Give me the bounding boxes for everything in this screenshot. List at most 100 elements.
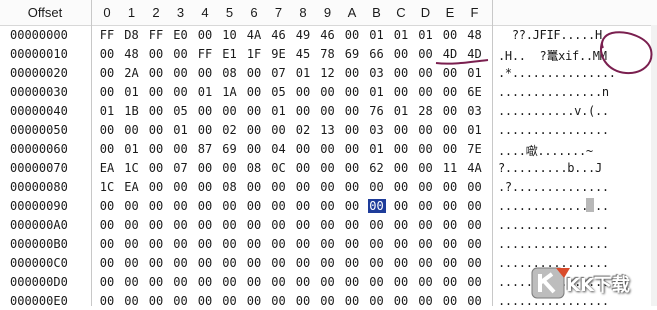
hex-byte[interactable]: 87: [196, 142, 214, 156]
hex-row[interactable]: 00000030 00 01 00 00 01 1A 00 05 00 00 00 01 00 00 00 6E…: [0, 82, 657, 101]
ascii-text[interactable]: ...............n: [498, 85, 653, 99]
hex-byte[interactable]: 00: [294, 85, 312, 99]
hex-byte[interactable]: 00: [196, 199, 214, 213]
hex-byte[interactable]: 00: [417, 142, 435, 156]
hex-byte[interactable]: 01: [392, 28, 410, 42]
hex-byte[interactable]: 00: [147, 104, 165, 118]
ascii-text[interactable]: ...........v.(..: [498, 104, 653, 118]
ascii-text[interactable]: ................: [498, 199, 653, 213]
hex-byte[interactable]: 00: [123, 256, 141, 270]
hex-byte[interactable]: 00: [172, 199, 190, 213]
hex-byte[interactable]: 66: [368, 47, 386, 61]
hex-byte[interactable]: 00: [294, 237, 312, 251]
hex-byte[interactable]: 00: [196, 180, 214, 194]
hex-byte[interactable]: 00: [466, 180, 484, 194]
hex-byte[interactable]: 00: [221, 256, 239, 270]
hex-row[interactable]: 00000080 1C EA 00 00 00 08 00 00 00 00 00 00 00 00 00 00…: [0, 177, 657, 196]
hex-byte[interactable]: 01: [294, 66, 312, 80]
hex-byte[interactable]: 00: [196, 123, 214, 137]
hex-byte[interactable]: 00: [417, 161, 435, 175]
hex-byte[interactable]: 00: [245, 85, 263, 99]
hex-byte[interactable]: 00: [294, 142, 312, 156]
hex-byte[interactable]: 4A: [466, 161, 484, 175]
hex-byte[interactable]: 03: [368, 123, 386, 137]
ascii-text[interactable]: .*...............: [498, 66, 653, 80]
hex-byte[interactable]: 00: [417, 85, 435, 99]
hex-byte[interactable]: 00: [368, 180, 386, 194]
hex-byte[interactable]: 11: [441, 161, 459, 175]
hex-byte[interactable]: 07: [172, 161, 190, 175]
hex-byte[interactable]: 00: [417, 123, 435, 137]
hex-byte[interactable]: 00: [98, 85, 116, 99]
hex-byte[interactable]: 02: [221, 123, 239, 137]
hex-byte[interactable]: 00: [392, 66, 410, 80]
hex-byte[interactable]: 00: [392, 218, 410, 232]
hex-byte[interactable]: 00: [392, 199, 410, 213]
hex-byte[interactable]: 00: [294, 218, 312, 232]
hex-byte[interactable]: 00: [343, 237, 361, 251]
hex-byte[interactable]: D8: [123, 28, 141, 42]
hex-byte[interactable]: 00: [441, 85, 459, 99]
hex-byte[interactable]: 13: [319, 123, 337, 137]
hex-byte[interactable]: 00: [441, 199, 459, 213]
hex-byte[interactable]: 00: [245, 275, 263, 289]
hex-byte[interactable]: 2A: [123, 66, 141, 80]
hex-byte[interactable]: 00: [147, 85, 165, 99]
hex-byte[interactable]: 00: [319, 237, 337, 251]
hex-byte[interactable]: 28: [417, 104, 435, 118]
hex-byte[interactable]: 00: [221, 275, 239, 289]
hex-byte[interactable]: 00: [245, 199, 263, 213]
hex-byte[interactable]: 00: [147, 256, 165, 270]
hex-byte[interactable]: 00: [147, 275, 165, 289]
hex-byte[interactable]: 00: [147, 123, 165, 137]
hex-byte[interactable]: 00: [417, 218, 435, 232]
hex-byte[interactable]: 00: [221, 199, 239, 213]
hex-byte[interactable]: 00: [368, 275, 386, 289]
hex-byte[interactable]: 00: [98, 66, 116, 80]
hex-byte[interactable]: 00: [172, 85, 190, 99]
hex-row[interactable]: 00000050 00 00 00 01 00 02 00 00 02 13 00 03 00 00 00 01…: [0, 120, 657, 139]
hex-byte[interactable]: 00: [417, 275, 435, 289]
hex-byte[interactable]: 00: [392, 47, 410, 61]
hex-byte[interactable]: 00: [417, 180, 435, 194]
hex-byte[interactable]: 00: [392, 237, 410, 251]
hex-byte[interactable]: 00: [196, 161, 214, 175]
ascii-text[interactable]: ?.........b...J: [498, 161, 653, 175]
hex-byte[interactable]: 00: [294, 180, 312, 194]
hex-byte[interactable]: 01: [417, 28, 435, 42]
hex-byte[interactable]: 01: [98, 104, 116, 118]
hex-byte[interactable]: 00: [245, 256, 263, 270]
hex-row[interactable]: 00000060 00 01 00 00 87 69 00 04 00 00 00 01 00 00 00 7E…: [0, 139, 657, 158]
hex-byte[interactable]: 00: [270, 256, 288, 270]
hex-row[interactable]: 00000000 FF D8 FF E0 00 10 4A 46 49 46 00 01 01 01 00 48…: [0, 25, 657, 44]
hex-row[interactable]: 00000040 01 1B 00 05 00 00 00 01 00 00 00 76 01 28 00 03…: [0, 101, 657, 120]
hex-byte[interactable]: 10: [221, 28, 239, 42]
hex-byte[interactable]: 46: [270, 28, 288, 42]
hex-byte[interactable]: 01: [196, 85, 214, 99]
hex-byte[interactable]: 02: [294, 123, 312, 137]
hex-byte[interactable]: 00: [343, 85, 361, 99]
hex-byte[interactable]: 00: [221, 237, 239, 251]
hex-byte[interactable]: 00: [294, 161, 312, 175]
hex-byte[interactable]: 69: [221, 142, 239, 156]
hex-byte[interactable]: 00: [123, 123, 141, 137]
hex-byte[interactable]: 00: [294, 256, 312, 270]
hex-byte[interactable]: 00: [392, 256, 410, 270]
hex-byte[interactable]: 00: [270, 199, 288, 213]
hex-byte[interactable]: 00: [172, 237, 190, 251]
hex-byte[interactable]: 01: [270, 104, 288, 118]
hex-byte[interactable]: 00: [319, 161, 337, 175]
hex-byte[interactable]: 00: [392, 275, 410, 289]
hex-byte[interactable]: 01: [368, 85, 386, 99]
hex-byte[interactable]: 00: [319, 218, 337, 232]
hex-byte[interactable]: 00: [319, 142, 337, 156]
hex-byte[interactable]: 00: [392, 85, 410, 99]
hex-byte[interactable]: 00: [343, 180, 361, 194]
hex-byte[interactable]: 00: [196, 218, 214, 232]
hex-byte[interactable]: 00: [343, 104, 361, 118]
hex-byte[interactable]: 46: [319, 28, 337, 42]
hex-byte[interactable]: 00: [466, 275, 484, 289]
hex-byte[interactable]: 1C: [123, 161, 141, 175]
hex-byte[interactable]: 4A: [245, 28, 263, 42]
hex-byte[interactable]: 00: [466, 237, 484, 251]
